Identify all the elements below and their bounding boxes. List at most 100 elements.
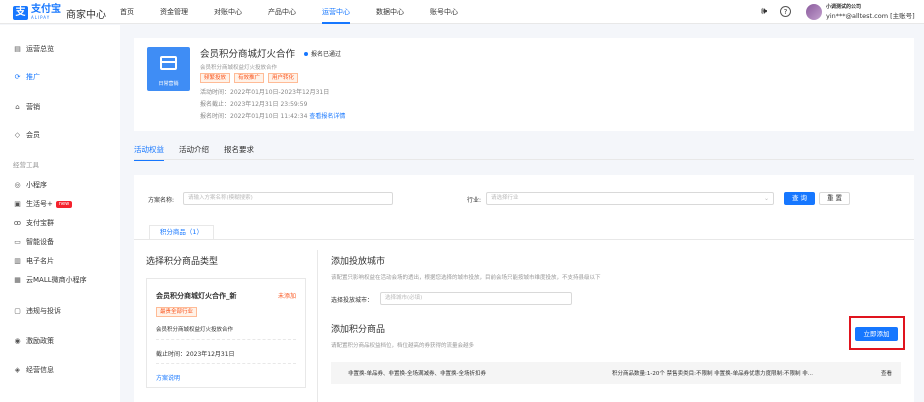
sidebar-item-label: 推广 [26,73,40,81]
logo-subtext: ALIPAY [31,15,51,20]
city-desc: 该配置只影响权益在活动会场的透出，根据您选择的城市投放，目前会场只能按城市维度投… [331,275,601,281]
marketing-icon: ⌂ [15,103,20,111]
tab-divider [134,159,914,160]
sidebar-item-complaint[interactable]: ▢ 违规与投诉 [13,306,61,316]
plan-name-input[interactable]: 请输入方案名称(模糊搜索) [183,192,393,205]
sidebar-item-label: 生活号+ [26,200,53,208]
subtab-divider [134,239,914,240]
activity-image-label: 日常营销 [158,81,179,87]
activity-tag: 有效推广 [234,73,265,83]
sidebar-item-label: 会员 [26,131,40,139]
activity-tag: 频繁投放 [200,73,231,83]
sidebar-item-label: 营销 [26,103,40,111]
industry-select[interactable]: 请选择行业 ⌄ [486,192,774,205]
goods-title: 添加积分商品 [331,325,386,335]
sidebar-item-device[interactable]: ▭ 智能设备 [13,237,54,247]
user-menu[interactable]: 小调测试的公司 yin***@alltest.com [主账号] [806,3,915,20]
nav-item-home[interactable]: 首页 [120,0,134,24]
activity-period: 活动时间：2022年01月10日-2023年12月31日 [200,89,330,96]
logo-text: 支付宝 [31,4,61,15]
goods-row-rules: 积分商品数量:1-20个 禁售卖类目:不限制 非置换-单品券优惠力度限制:不限制… [612,371,814,377]
help-icon[interactable]: ? [780,6,791,17]
section-divider [317,250,318,402]
sidebar-item-incentive[interactable]: ◉ 激励政策 [13,336,54,346]
nav-item-reconciliation[interactable]: 对账中心 [214,0,242,24]
goods-type-card[interactable]: 会员积分商城灯火合作_新 未添加 最贵全部行业 会员积分商城权益灯火投放合作 截… [146,278,306,388]
speaker-icon[interactable]: 🕪 [758,6,770,18]
sidebar-item-label: 小程序 [26,181,47,189]
sidebar-item-lifeaccount[interactable]: ▣ 生活号+ new [13,199,73,209]
sidebar-item-member[interactable]: ◇ 会员 [13,130,40,140]
merchant-center-title: 商家中心 [66,10,106,21]
main-nav: 首页 资金管理 对账中心 产品中心 运营中心 数据中心 账号中心 [120,0,484,24]
nav-item-funds[interactable]: 资金管理 [160,0,188,24]
sidebar-item-label: 云MALL微商小程序 [26,276,87,284]
tab-points-goods[interactable]: 积分商品（1） [149,225,214,240]
user-account: yin***@alltest.com [主账号] [826,12,915,20]
nav-item-operations[interactable]: 运营中心 [322,0,350,24]
activity-deadline: 报名截止：2023年12月31日 23:59:59 [200,101,308,108]
goods-card-status: 未添加 [277,293,296,300]
complaint-icon: ▢ [14,307,21,315]
goods-desc: 请配置积分商品权益档位，档位越高的券获得的流量会越多 [331,343,475,349]
nav-item-account[interactable]: 账号中心 [430,0,458,24]
sidebar-item-overview[interactable]: ▤ 运营总览 [13,44,54,54]
sidebar-item-label: 违规与投诉 [26,307,61,315]
top-bar: 支 支付宝 ALIPAY 商家中心 首页 资金管理 对账中心 产品中心 运营中心… [0,0,924,24]
sidebar-item-label: 运营总览 [26,45,54,53]
alipay-logo[interactable]: 支 支付宝 ALIPAY [13,5,61,20]
city-select[interactable]: 选择城市(必填) [380,292,572,305]
highlight-box [849,316,905,350]
group-icon: ꝏ [13,219,22,227]
activity-tags: 频繁投放 有效推广 用户转化 [200,73,302,83]
activity-title: 会员积分商城灯火合作 [200,49,296,60]
city-label: 选择投放城市： [331,297,374,304]
card-divider [156,363,296,364]
sidebar-item-mall[interactable]: ▦ 云MALL微商小程序 [13,275,87,285]
city-title: 添加投放城市 [331,257,386,267]
miniapp-icon: ◎ [14,181,21,189]
status-dot-icon [304,51,308,56]
nav-item-products[interactable]: 产品中心 [268,0,296,24]
industry-label: 行业: [467,197,482,204]
view-signup-detail-link[interactable]: 查看报名详情 [309,113,345,120]
reset-button[interactable]: 重 置 [819,192,850,205]
sidebar: ▤ 运营总览 ⟳ 推广 ⌂ 营销 ◇ 会员 经营工具 ◎ 小程序 ▣ 生活号+ new ꝏ 支付… [0,25,120,402]
goods-card-deadline: 截止时间：2023年12月31日 [156,351,235,358]
sidebar-item-marketing[interactable]: ⌂ 营销 [13,102,40,112]
info-icon: ◈ [14,366,21,374]
sidebar-item-label: 激励政策 [26,337,54,345]
new-badge: new [55,200,73,208]
goods-row-types: 非置换-单品券、非置换-全场满减券、非置换-全场折扣券 [348,371,486,377]
search-button[interactable]: 查 询 [784,192,815,205]
activity-status-text: 报名已通过 [311,51,342,58]
chevron-down-icon: ⌄ [763,195,769,202]
sidebar-group-tools: 经营工具 [13,161,39,169]
activity-subtitle: 会员积分商城权益灯火投放合作 [200,65,278,71]
sidebar-item-group[interactable]: ꝏ 支付宝群 [13,218,54,228]
activity-signup-time-row: 报名时间：2022年01月10日 11:42:34 查看报名详情 [200,111,345,120]
calendar-icon [160,56,177,70]
member-icon: ◇ [14,131,21,139]
view-goods-link[interactable]: 查看 [881,369,892,377]
lifeaccount-icon: ▣ [14,200,21,208]
goods-row: 非置换-单品券、非置换-全场满减券、非置换-全场折扣券 积分商品数量:1-20个… [331,362,901,384]
industry-placeholder: 请选择行业 [491,195,519,201]
avatar [806,3,822,20]
sidebar-item-label: 经营信息 [26,366,54,374]
sidebar-item-promote[interactable]: ⟳ 推广 [13,72,40,82]
goods-type-title: 选择积分商品类型 [146,257,219,267]
promote-icon: ⟳ [14,73,21,81]
goods-card-desc: 会员积分商城权益灯火投放合作 [156,327,234,333]
activity-tag: 用户转化 [268,73,299,83]
plan-description-link[interactable]: 方案说明 [156,373,180,382]
activity-status: 报名已通过 [304,49,341,58]
card-divider [156,339,296,340]
sidebar-item-card[interactable]: ▥ 电子名片 [13,256,54,266]
device-icon: ▭ [14,238,21,246]
nav-item-data[interactable]: 数据中心 [376,0,404,24]
mall-icon: ▦ [14,276,21,284]
sidebar-item-miniapp[interactable]: ◎ 小程序 [13,180,47,190]
benefits-panel: 方案名称: 请输入方案名称(模糊搜索) 行业: 请选择行业 ⌄ 查 询 重 置 积… [134,175,914,402]
sidebar-item-info[interactable]: ◈ 经营信息 [13,365,54,375]
